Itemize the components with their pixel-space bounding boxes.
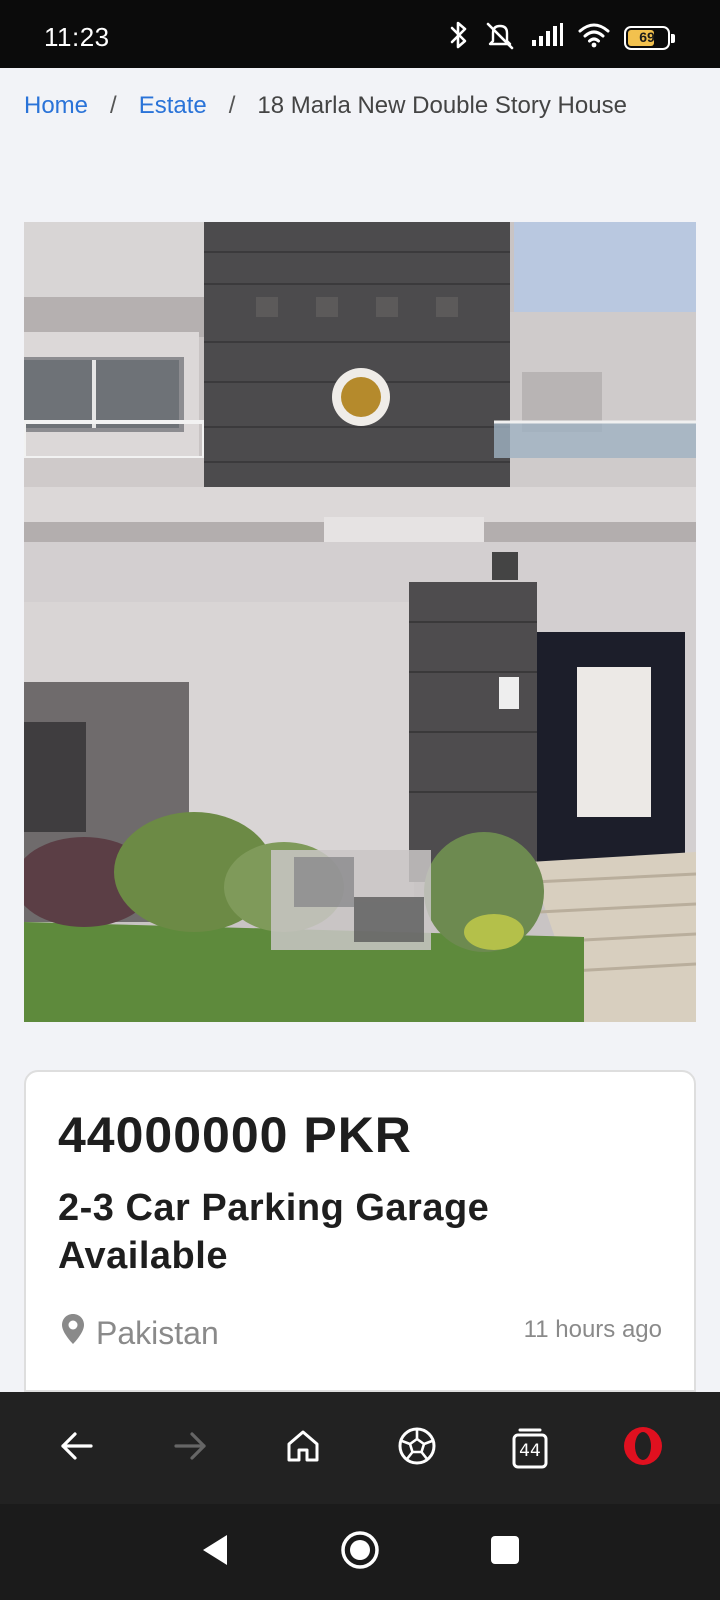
tabs-icon: 44 — [511, 1427, 549, 1469]
home-icon — [284, 1427, 322, 1470]
status-bar: 11:23 69 — [0, 0, 720, 68]
breadcrumb-estate-link[interactable]: Estate — [139, 92, 207, 120]
listing-photo[interactable] — [24, 222, 696, 1022]
opera-menu-button[interactable] — [613, 1418, 673, 1478]
battery-tip — [671, 33, 675, 43]
system-navigation-bar — [0, 1504, 720, 1600]
bluetooth-icon — [448, 20, 470, 55]
posted-time: 11 hours ago — [523, 1316, 662, 1343]
battery-level: 69 — [639, 28, 655, 45]
location-text: Pakistan — [96, 1314, 219, 1351]
breadcrumb: Home / Estate / 18 Marla New Double Stor… — [24, 92, 627, 120]
opera-logo-icon — [622, 1425, 664, 1472]
forward-arrow-icon — [172, 1428, 208, 1469]
browser-home-button[interactable] — [273, 1418, 333, 1478]
browser-tabs-button[interactable]: 44 — [500, 1418, 560, 1478]
breadcrumb-current-page: 18 Marla New Double Story House — [257, 92, 627, 119]
listing-price: 44000000 PKR — [58, 1107, 412, 1163]
status-icons: 69 — [448, 20, 675, 55]
system-home-icon[interactable] — [340, 1530, 380, 1575]
system-recents-icon[interactable] — [490, 1535, 520, 1570]
browser-sports-button[interactable] — [387, 1418, 447, 1478]
soccer-ball-icon — [397, 1426, 437, 1471]
battery-icon: 69 — [624, 25, 675, 50]
listing-title: 2-3 Car Parking Garage Available — [58, 1187, 490, 1277]
tab-count: 44 — [519, 1441, 541, 1461]
location-pin-icon — [60, 1312, 86, 1354]
system-back-icon[interactable] — [200, 1533, 230, 1572]
status-time: 11:23 — [44, 22, 110, 52]
browser-back-button[interactable] — [47, 1418, 107, 1478]
back-arrow-icon — [59, 1428, 95, 1469]
breadcrumb-home-link[interactable]: Home — [24, 92, 88, 120]
signal-icon — [530, 22, 564, 53]
breadcrumb-separator: / — [110, 92, 117, 119]
wifi-icon — [578, 22, 610, 53]
breadcrumb-separator: / — [228, 92, 236, 119]
browser-forward-button[interactable] — [160, 1418, 220, 1478]
browser-toolbar: 44 — [0, 1392, 720, 1504]
listing-card: 44000000 PKR 2-3 Car Parking Garage Avai… — [24, 1070, 696, 1410]
listing-location: Pakistan — [60, 1312, 219, 1354]
house-photo-illustration — [24, 222, 696, 1022]
silent-icon — [484, 20, 516, 55]
